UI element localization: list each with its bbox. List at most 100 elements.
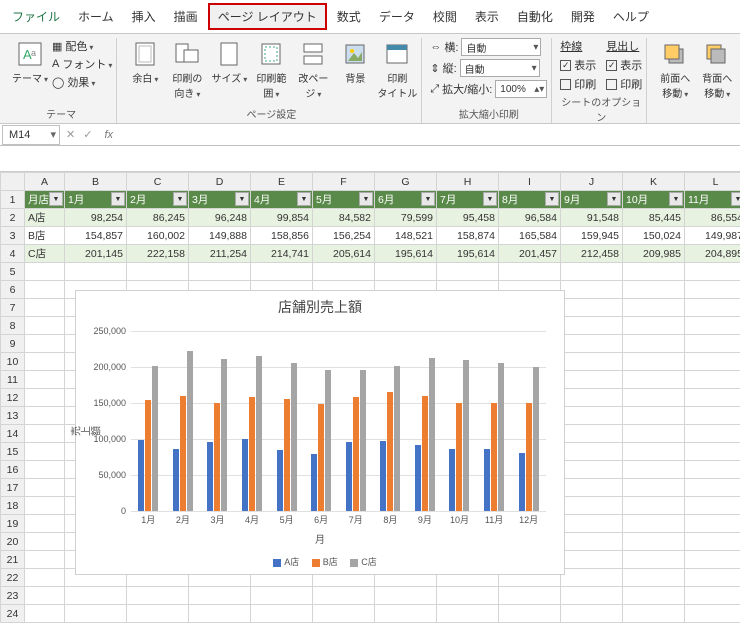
col-header[interactable]: I <box>499 173 561 191</box>
cell[interactable] <box>561 479 623 497</box>
cell[interactable] <box>561 425 623 443</box>
cell[interactable] <box>65 605 127 623</box>
table-cell[interactable]: 91,548 <box>561 209 623 227</box>
menu-draw[interactable]: 描画 <box>166 5 206 28</box>
table-cell[interactable]: 214,741 <box>251 245 313 263</box>
cell[interactable] <box>25 335 65 353</box>
row-header[interactable]: 22 <box>1 569 25 587</box>
bring-forward-button[interactable]: 前面へ 移動 <box>655 38 695 102</box>
cell[interactable] <box>25 569 65 587</box>
cell[interactable] <box>561 353 623 371</box>
table-cell[interactable]: 209,985 <box>623 245 685 263</box>
send-backward-button[interactable]: 背面へ 移動 <box>697 38 737 102</box>
fonts-button[interactable]: Aフォント <box>52 56 112 72</box>
table-cell[interactable]: 99,854 <box>251 209 313 227</box>
row-header[interactable]: 5 <box>1 263 25 281</box>
table-cell[interactable]: 96,584 <box>499 209 561 227</box>
col-header[interactable]: E <box>251 173 313 191</box>
cell[interactable] <box>25 479 65 497</box>
cell[interactable] <box>25 461 65 479</box>
cell[interactable] <box>685 569 740 587</box>
table-header-cell[interactable]: 9月▼ <box>561 191 623 209</box>
filter-button[interactable]: ▼ <box>297 192 311 206</box>
table-header-cell[interactable]: 6月▼ <box>375 191 437 209</box>
row-header[interactable]: 11 <box>1 371 25 389</box>
menu-page-layout[interactable]: ページ レイアウト <box>208 3 327 30</box>
size-button[interactable]: サイズ <box>209 38 249 87</box>
cell[interactable] <box>25 497 65 515</box>
cell[interactable] <box>561 407 623 425</box>
cell[interactable] <box>437 263 499 281</box>
filter-button[interactable]: ▼ <box>173 192 187 206</box>
cell[interactable] <box>561 317 623 335</box>
table-cell[interactable]: 201,145 <box>65 245 127 263</box>
cell[interactable] <box>561 569 623 587</box>
cell[interactable] <box>437 587 499 605</box>
filter-button[interactable]: ▼ <box>235 192 249 206</box>
table-cell[interactable]: 159,945 <box>561 227 623 245</box>
row-header[interactable]: 6 <box>1 281 25 299</box>
cell[interactable] <box>561 335 623 353</box>
cell[interactable] <box>25 551 65 569</box>
filter-button[interactable]: ▼ <box>731 192 740 206</box>
table-cell[interactable]: 195,614 <box>437 245 499 263</box>
cell[interactable] <box>623 425 685 443</box>
col-header[interactable]: F <box>313 173 375 191</box>
cell[interactable] <box>189 587 251 605</box>
cell[interactable] <box>561 587 623 605</box>
cell[interactable] <box>25 317 65 335</box>
table-cell[interactable]: 84,582 <box>313 209 375 227</box>
colors-button[interactable]: ▦配色 <box>52 38 112 54</box>
cell[interactable] <box>25 443 65 461</box>
menu-developer[interactable]: 開発 <box>563 5 603 28</box>
row-header[interactable]: 14 <box>1 425 25 443</box>
col-header[interactable]: K <box>623 173 685 191</box>
name-box[interactable]: M14▾ <box>2 125 60 145</box>
row-header[interactable]: 24 <box>1 605 25 623</box>
table-header-cell[interactable]: 3月▼ <box>189 191 251 209</box>
headings-show-check[interactable]: ✓表示 <box>606 57 642 73</box>
row-header[interactable]: 19 <box>1 515 25 533</box>
filter-button[interactable]: ▼ <box>359 192 373 206</box>
cell[interactable] <box>623 371 685 389</box>
cell[interactable] <box>623 407 685 425</box>
cell[interactable] <box>685 533 740 551</box>
cell[interactable] <box>623 479 685 497</box>
table-cell[interactable]: 195,614 <box>375 245 437 263</box>
col-header[interactable]: D <box>189 173 251 191</box>
cell[interactable] <box>623 533 685 551</box>
cell[interactable] <box>251 263 313 281</box>
cell[interactable] <box>375 587 437 605</box>
cell[interactable] <box>623 389 685 407</box>
table-cell[interactable]: A店 <box>25 209 65 227</box>
formula-input[interactable] <box>121 126 740 144</box>
gridlines-show-check[interactable]: ✓表示 <box>560 57 596 73</box>
row-header[interactable]: 7 <box>1 299 25 317</box>
cell[interactable] <box>561 281 623 299</box>
cell[interactable] <box>313 605 375 623</box>
cell[interactable] <box>127 263 189 281</box>
cell[interactable] <box>685 371 740 389</box>
cell[interactable] <box>685 551 740 569</box>
cell[interactable] <box>685 299 740 317</box>
table-cell[interactable]: 154,857 <box>65 227 127 245</box>
row-header[interactable]: 15 <box>1 443 25 461</box>
cell[interactable] <box>623 461 685 479</box>
cell[interactable] <box>25 407 65 425</box>
printarea-button[interactable]: 印刷範囲 <box>251 38 291 102</box>
col-header[interactable] <box>1 173 25 191</box>
table-cell[interactable]: 165,584 <box>499 227 561 245</box>
cell[interactable] <box>561 389 623 407</box>
cell[interactable] <box>623 497 685 515</box>
cell[interactable] <box>685 605 740 623</box>
background-button[interactable]: 背景 <box>335 38 375 87</box>
filter-button[interactable]: ▼ <box>49 192 63 206</box>
table-cell[interactable]: 156,254 <box>313 227 375 245</box>
table-header-cell[interactable]: 7月▼ <box>437 191 499 209</box>
menu-automate[interactable]: 自動化 <box>509 5 561 28</box>
cell[interactable] <box>623 605 685 623</box>
margins-button[interactable]: 余白 <box>125 38 165 87</box>
cell[interactable] <box>25 587 65 605</box>
width-select[interactable]: 自動▾ <box>461 38 541 56</box>
cell[interactable] <box>623 353 685 371</box>
